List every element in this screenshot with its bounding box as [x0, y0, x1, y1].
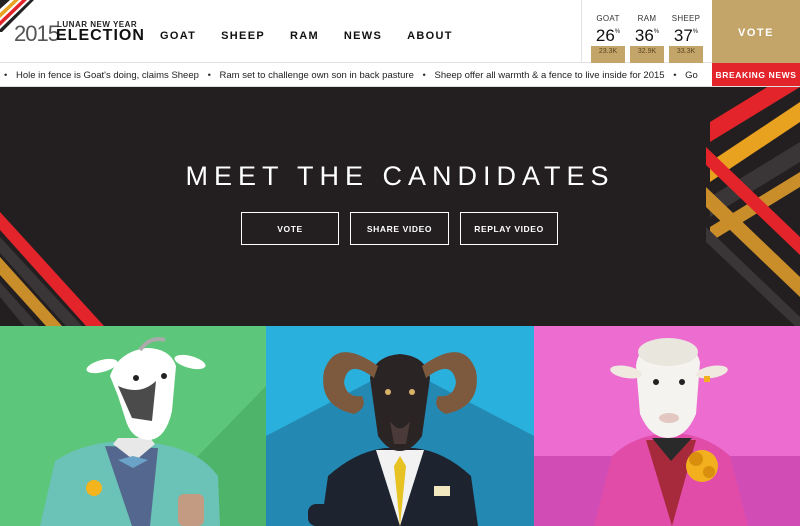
candidate-card-sheep[interactable]	[534, 326, 800, 526]
nav-ram[interactable]: RAM	[290, 30, 319, 42]
hero-title: MEET THE CANDIDATES	[185, 161, 615, 191]
ram-portrait-icon	[266, 326, 534, 526]
poll-ram[interactable]: RAM 36% 32.9K	[630, 14, 664, 67]
ticker-separator: •	[673, 70, 677, 81]
nav-goat[interactable]: GOAT	[160, 30, 196, 42]
poll-name: RAM	[637, 14, 657, 23]
poll-percent: 36%	[634, 26, 660, 45]
logo-year: 2015	[14, 21, 60, 46]
poll-goat[interactable]: GOAT 26% 23.3K	[591, 14, 625, 67]
ticker-item[interactable]: Ram set to challenge own son in back pas…	[220, 70, 414, 81]
site-header: 2015 LUNAR NEW YEAR ELECTION GOAT SHEEP …	[0, 0, 800, 67]
decorative-stripes-left-icon	[0, 212, 104, 326]
nav-about[interactable]: ABOUT	[407, 30, 453, 42]
nav-sheep[interactable]: SHEEP	[221, 30, 265, 42]
share-video-button[interactable]: SHARE VIDEO	[350, 212, 449, 245]
ticker-separator: •	[207, 70, 211, 81]
ticker-item[interactable]: Go	[685, 70, 698, 81]
ticker-item[interactable]: Hole in fence is Goat's doing, claims Sh…	[16, 70, 199, 81]
logo-title: ELECTION	[56, 27, 145, 44]
candidate-card-goat[interactable]	[0, 326, 266, 526]
poll-sheep[interactable]: SHEEP 37% 33.3K	[669, 14, 703, 67]
breaking-news-label[interactable]: BREAKING NEWS	[712, 63, 800, 86]
ticker-separator: •	[4, 70, 8, 81]
hero-buttons: VOTE SHARE VIDEO REPLAY VIDEO	[241, 212, 558, 245]
poll-percent: 37%	[673, 26, 699, 45]
hero-section: MEET THE CANDIDATES VOTE SHARE VIDEO REP…	[0, 87, 800, 326]
poll-name: SHEEP	[671, 14, 701, 23]
vote-header-button[interactable]: VOTE	[712, 0, 800, 63]
poll-percent: 26%	[595, 26, 621, 45]
sheep-portrait-icon	[534, 326, 800, 526]
main-nav: GOAT SHEEP RAM NEWS ABOUT	[160, 30, 478, 42]
candidate-card-ram[interactable]	[266, 326, 534, 526]
candidates-grid	[0, 326, 800, 526]
nav-news[interactable]: NEWS	[344, 30, 382, 42]
ticker-separator: •	[422, 70, 426, 81]
replay-video-button[interactable]: REPLAY VIDEO	[460, 212, 558, 245]
news-ticker: • Hole in fence is Goat's doing, claims …	[0, 63, 800, 87]
ticker-item[interactable]: Sheep offer all warmth & a fence to live…	[434, 70, 664, 81]
decorative-stripes-right-icon	[706, 87, 800, 326]
poll-results: GOAT 26% 23.3K RAM 36% 32.9K SHEEP 37% 3…	[581, 0, 712, 67]
poll-name: GOAT	[596, 14, 620, 23]
ticker-track: • Hole in fence is Goat's doing, claims …	[4, 70, 704, 81]
vote-button[interactable]: VOTE	[241, 212, 339, 245]
goat-portrait-icon	[40, 337, 266, 526]
